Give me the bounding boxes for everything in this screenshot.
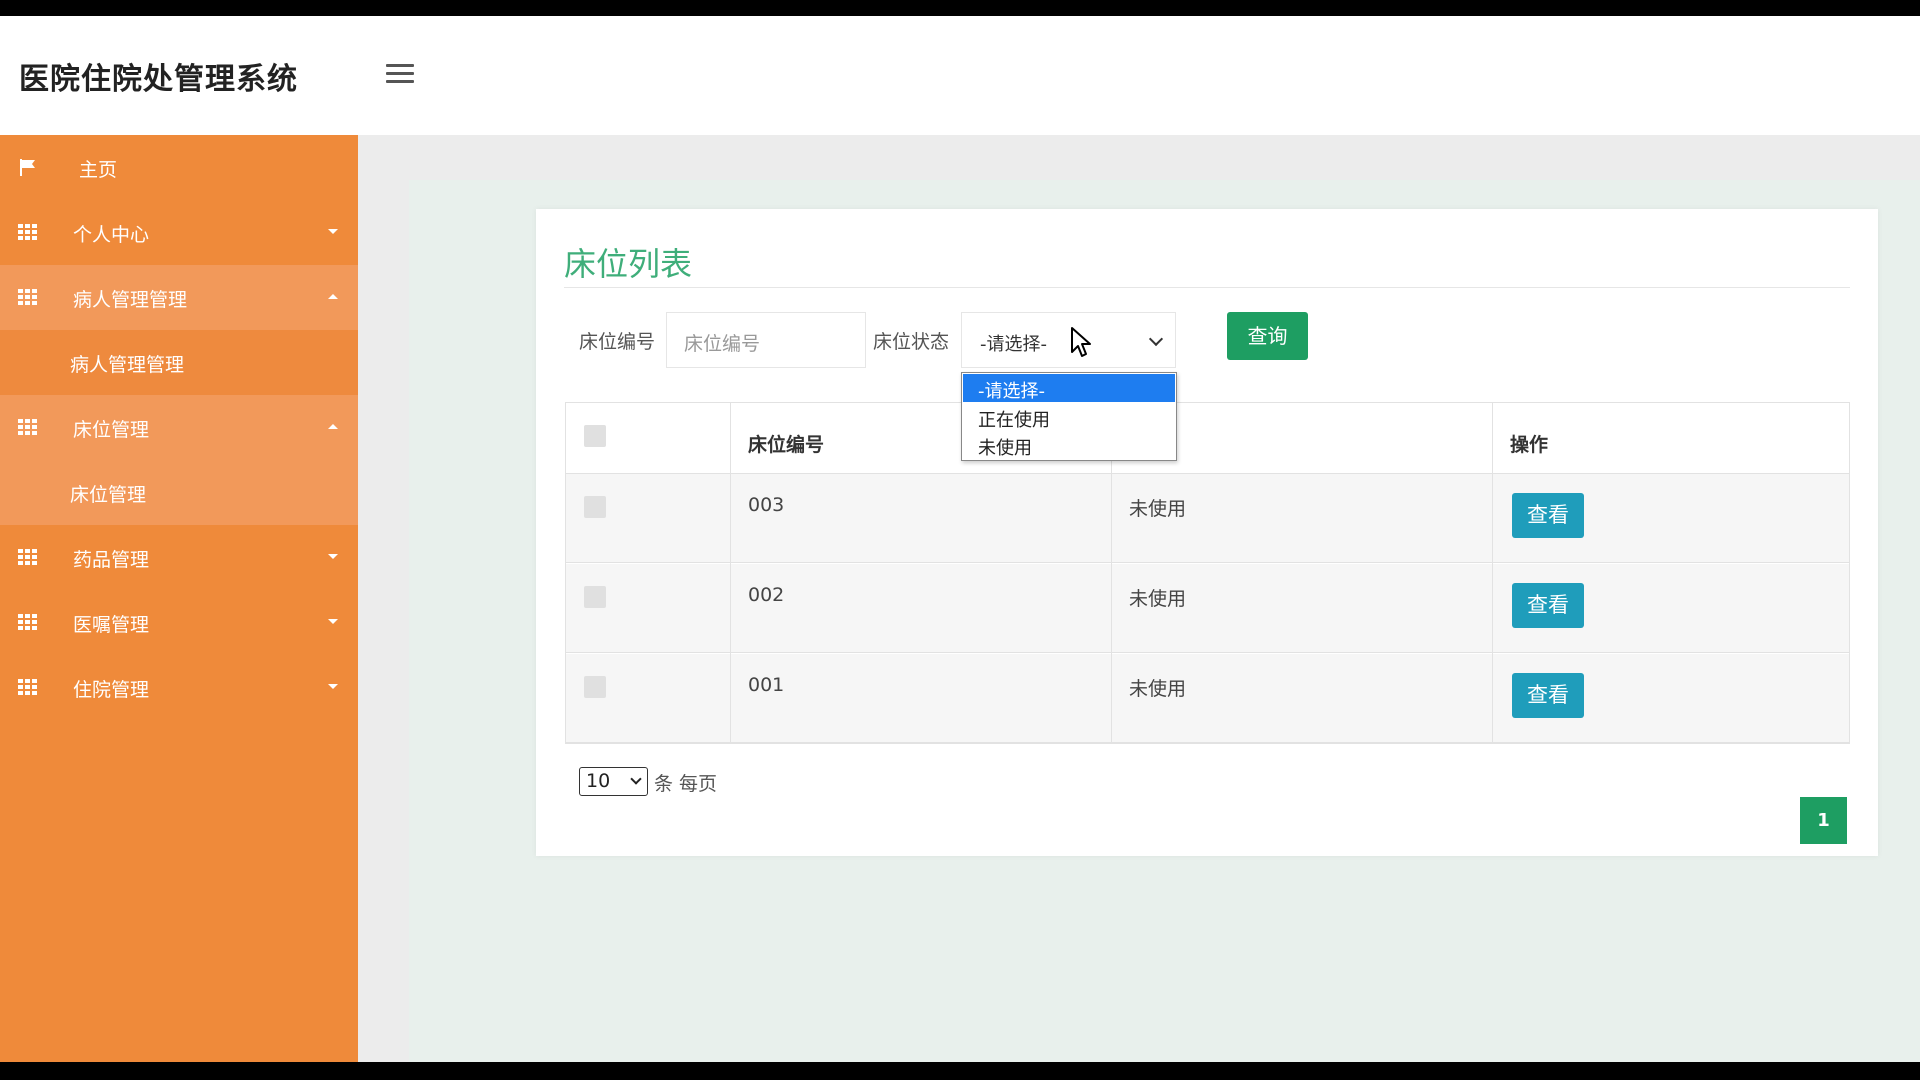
dropdown-option-unused[interactable]: 未使用 bbox=[963, 431, 1175, 459]
title-divider bbox=[564, 287, 1850, 288]
page-title: 床位列表 bbox=[564, 245, 693, 283]
top-header: 医院住院处管理系统 bbox=[0, 16, 1920, 135]
bed-status-dropdown-list: -请选择- 正在使用 未使用 bbox=[961, 372, 1177, 461]
sidebar-item-home[interactable]: 主页 bbox=[0, 135, 358, 200]
letterbox-bottom bbox=[0, 1062, 1920, 1080]
page-size-suffix: 条 每页 bbox=[654, 773, 718, 795]
view-button[interactable]: 查看 bbox=[1512, 493, 1584, 538]
sidebar-item-label: 床位管理 bbox=[73, 419, 150, 441]
bed-no-input[interactable]: 床位编号 bbox=[666, 312, 866, 368]
cell-status: 未使用 bbox=[1129, 678, 1187, 700]
grid-icon bbox=[18, 419, 38, 436]
page-size-value: 10 bbox=[586, 770, 611, 792]
view-button[interactable]: 查看 bbox=[1512, 673, 1584, 718]
sidebar-item-label: 病人管理管理 bbox=[73, 289, 188, 311]
bed-status-select[interactable]: -请选择- bbox=[961, 312, 1176, 368]
select-all-checkbox[interactable] bbox=[584, 425, 606, 447]
page-button-current[interactable]: 1 bbox=[1800, 797, 1847, 844]
table-row: 001 未使用 查看 bbox=[566, 654, 1849, 743]
bed-no-placeholder: 床位编号 bbox=[684, 333, 761, 355]
flag-icon bbox=[20, 159, 35, 176]
app-window: 医院住院处管理系统 主页 个人中心 病人管理管理 病人管理管理 床位管理 床位管… bbox=[0, 16, 1920, 1062]
cell-bed-no: 001 bbox=[748, 674, 785, 696]
bed-no-filter-label: 床位编号 bbox=[579, 331, 656, 353]
sidebar-item-personal-center[interactable]: 个人中心 bbox=[0, 200, 358, 265]
sidebar-item-drug-management[interactable]: 药品管理 bbox=[0, 525, 358, 590]
bed-status-filter-label: 床位状态 bbox=[873, 331, 950, 353]
table-header-row: 床位编号 状态 操作 bbox=[566, 403, 1849, 474]
caret-up-icon bbox=[328, 294, 338, 299]
column-divider bbox=[1492, 403, 1493, 743]
row-checkbox[interactable] bbox=[584, 676, 606, 698]
sidebar-item-hospitalization[interactable]: 住院管理 bbox=[0, 655, 358, 720]
bed-status-selected-value: -请选择- bbox=[980, 334, 1047, 355]
dropdown-option-in-use[interactable]: 正在使用 bbox=[963, 403, 1175, 431]
bed-list-panel: 床位列表 床位编号 床位编号 床位状态 -请选择- 查询 床位编号 状态 操作 … bbox=[536, 209, 1878, 856]
sidebar-item-bed-management[interactable]: 床位管理 bbox=[0, 395, 358, 460]
row-checkbox[interactable] bbox=[584, 586, 606, 608]
table-row: 003 未使用 查看 bbox=[566, 474, 1849, 563]
view-button[interactable]: 查看 bbox=[1512, 583, 1584, 628]
sidebar-subitem-bed-management[interactable]: 床位管理 bbox=[0, 460, 358, 525]
caret-down-icon bbox=[328, 229, 338, 234]
sidebar-item-label: 主页 bbox=[79, 159, 118, 181]
chevron-down-icon bbox=[1148, 331, 1164, 347]
sidebar-subitem-patient-management[interactable]: 病人管理管理 bbox=[0, 330, 358, 395]
cell-bed-no: 002 bbox=[748, 584, 785, 606]
sidebar: 主页 个人中心 病人管理管理 病人管理管理 床位管理 床位管理 药品管理 医嘱管… bbox=[0, 135, 358, 1062]
header-actions: 操作 bbox=[1510, 434, 1549, 456]
grid-icon bbox=[18, 549, 38, 566]
grid-icon bbox=[18, 679, 38, 696]
grid-icon bbox=[18, 614, 38, 631]
sidebar-subitem-label: 病人管理管理 bbox=[70, 354, 185, 376]
app-title: 医院住院处管理系统 bbox=[19, 62, 298, 97]
dropdown-option-please-select[interactable]: -请选择- bbox=[963, 374, 1175, 402]
hamburger-menu-icon[interactable] bbox=[386, 64, 414, 88]
caret-down-icon bbox=[328, 554, 338, 559]
letterbox-top bbox=[0, 0, 1920, 16]
cell-bed-no: 003 bbox=[748, 494, 785, 516]
bed-table: 床位编号 状态 操作 003 未使用 查看 002 未使用 查看 001 未使用 bbox=[565, 402, 1850, 744]
grid-icon bbox=[18, 224, 38, 241]
sidebar-item-label: 药品管理 bbox=[73, 549, 150, 571]
chevron-down-icon bbox=[630, 773, 642, 785]
query-button[interactable]: 查询 bbox=[1227, 312, 1308, 360]
row-checkbox[interactable] bbox=[584, 496, 606, 518]
grid-icon bbox=[18, 289, 38, 306]
sidebar-item-patient-management[interactable]: 病人管理管理 bbox=[0, 265, 358, 330]
cell-status: 未使用 bbox=[1129, 588, 1187, 610]
caret-down-icon bbox=[328, 684, 338, 689]
column-divider bbox=[730, 403, 731, 743]
mouse-pointer-icon bbox=[1071, 327, 1091, 357]
header-bed-no: 床位编号 bbox=[748, 434, 825, 456]
sidebar-item-medical-order[interactable]: 医嘱管理 bbox=[0, 590, 358, 655]
caret-down-icon bbox=[328, 619, 338, 624]
caret-up-icon bbox=[328, 424, 338, 429]
cell-status: 未使用 bbox=[1129, 498, 1187, 520]
sidebar-item-label: 个人中心 bbox=[73, 224, 150, 246]
sidebar-item-label: 医嘱管理 bbox=[73, 614, 150, 636]
table-row: 002 未使用 查看 bbox=[566, 564, 1849, 653]
sidebar-subitem-label: 床位管理 bbox=[70, 484, 147, 506]
page-size-select[interactable]: 10 bbox=[579, 767, 648, 796]
sidebar-item-label: 住院管理 bbox=[73, 679, 150, 701]
